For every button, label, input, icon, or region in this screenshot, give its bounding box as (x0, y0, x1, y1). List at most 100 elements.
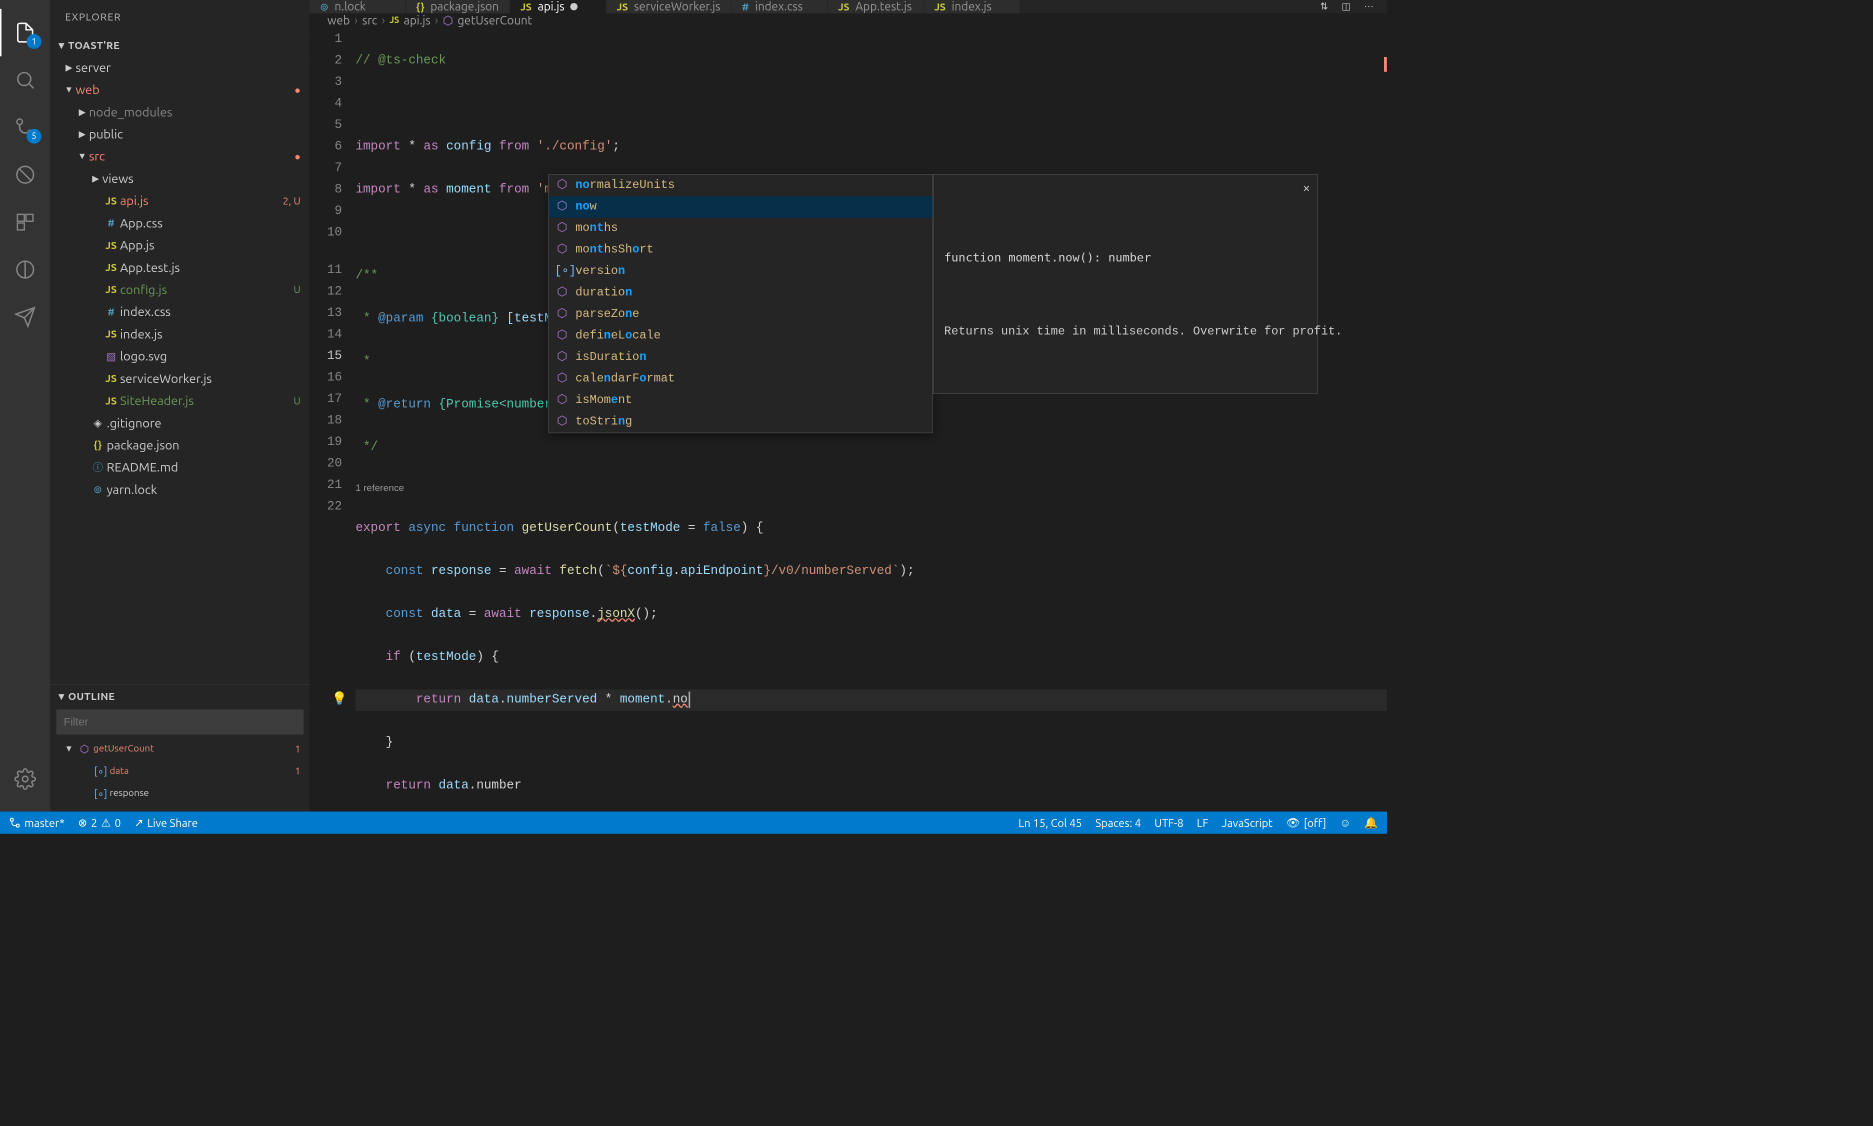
split-editor-icon[interactable]: ◫ (1342, 1, 1351, 12)
editor-tab[interactable]: JSindex.js (924, 0, 1020, 13)
suggest-item[interactable]: ⬡now (549, 196, 933, 217)
tab-label: serviceWorker.js (634, 0, 721, 13)
tree-item[interactable]: JSApp.js (50, 234, 309, 256)
activity-search[interactable] (0, 56, 50, 103)
outline-item[interactable]: [∘]response (50, 782, 309, 804)
status-encoding[interactable]: UTF-8 (1154, 816, 1183, 829)
js-icon: JS (617, 1, 628, 13)
tree-item[interactable]: ▼web● (50, 78, 309, 100)
suggest-item[interactable]: [∘]version (549, 261, 933, 282)
tree-item-label: index.css (120, 305, 301, 319)
suggest-item[interactable]: ⬡calendarFormat (549, 368, 933, 389)
editor-tab[interactable]: JSApp.test.js (828, 0, 924, 13)
tree-item[interactable]: ▶server (50, 56, 309, 78)
tree-item[interactable]: ▶node_modules (50, 101, 309, 123)
activity-debug[interactable] (0, 151, 50, 198)
tree-item[interactable]: ⓘREADME.md (50, 456, 309, 478)
tree-item[interactable]: #App.css (50, 212, 309, 234)
js-icon: JS (102, 395, 120, 407)
editor-tab[interactable]: JSapi.js (510, 0, 606, 13)
suggest-item[interactable]: ⬡toString (549, 411, 933, 432)
status-language[interactable]: JavaScript (1222, 816, 1273, 829)
activity-extensions[interactable] (0, 198, 50, 245)
status-cursor[interactable]: Ln 15, Col 45 (1018, 816, 1082, 829)
tree-item[interactable]: #index.css (50, 301, 309, 323)
tree-item-label: public (89, 127, 301, 141)
editor-tab[interactable]: JS serviceWorker.js (606, 0, 731, 13)
method-icon: ⬡ (555, 390, 570, 411)
editor-tab[interactable]: #index.css (732, 0, 828, 13)
outline-section-header[interactable]: ▼ OUTLINE (50, 684, 309, 706)
close-icon[interactable]: × (1303, 179, 1310, 200)
js-icon: JS (934, 1, 945, 13)
activity-scm[interactable]: 5 (0, 104, 50, 151)
outline-item-decoration: 1 (295, 765, 301, 777)
outline-item[interactable]: [∘]data1 (50, 760, 309, 782)
tree-item[interactable]: JSApp.test.js (50, 256, 309, 278)
suggest-label: monthsShort (575, 239, 653, 260)
css-icon: # (742, 1, 749, 13)
status-feedback[interactable]: ☺ (1340, 816, 1351, 829)
editor-tab[interactable]: ⊚n.lock (310, 0, 406, 13)
suggest-item[interactable]: ⬡isDuration (549, 347, 933, 368)
suggest-item[interactable]: ⬡monthsShort (549, 239, 933, 260)
minimap-error-marker[interactable] (1384, 57, 1387, 72)
tree-item[interactable]: JSSiteHeader.jsU (50, 390, 309, 412)
activity-remote[interactable] (0, 246, 50, 293)
activity-liveshare[interactable] (0, 293, 50, 340)
suggest-label: normalizeUnits (575, 175, 675, 196)
activity-settings[interactable] (0, 755, 50, 802)
method-icon: ⬡ (76, 742, 94, 755)
status-eol[interactable]: LF (1197, 816, 1209, 829)
eye-icon: 👁 (1286, 816, 1300, 829)
folder-section-header[interactable]: ▼ TOAST'RE (50, 34, 309, 56)
status-problems[interactable]: ⊗2 ⚠0 (78, 816, 121, 829)
tree-item-label: App.test.js (120, 260, 301, 274)
more-icon[interactable]: ⋯ (1364, 1, 1374, 12)
code-editor[interactable]: 12345678910 111213141516171819202122 // … (310, 27, 1387, 811)
tree-item-label: App.js (120, 238, 301, 252)
tree-item[interactable]: ▼src● (50, 145, 309, 167)
tab-bar: ⊚n.lock{}package.jsonJSapi.js JS serviceWo… (310, 0, 1387, 13)
suggest-item[interactable]: ⬡defineLocale (549, 325, 933, 346)
tree-item[interactable]: ▧logo.svg (50, 345, 309, 367)
suggest-item[interactable]: ⬡normalizeUnits (549, 175, 933, 196)
tree-item[interactable]: ▶views (50, 167, 309, 189)
tree-item-label: README.md (107, 460, 301, 474)
outline-filter-input[interactable] (56, 709, 303, 734)
suggest-item[interactable]: ⬡parseZone (549, 304, 933, 325)
status-tsserver[interactable]: 👁[off] (1286, 816, 1326, 829)
tree-item[interactable]: JSconfig.jsU (50, 278, 309, 300)
suggest-item[interactable]: ⬡duration (549, 282, 933, 303)
code-content[interactable]: // @ts-check import * as config from './… (355, 27, 1387, 811)
tree-item[interactable]: ⊚yarn.lock (50, 478, 309, 500)
tree-item[interactable]: ◈.gitignore (50, 412, 309, 434)
tree-item[interactable]: JSindex.js (50, 323, 309, 345)
editor-tab[interactable]: {}package.json (406, 0, 510, 13)
suggest-widget: ⬡normalizeUnits⬡now⬡months⬡monthsShort[∘… (548, 174, 933, 433)
status-indent[interactable]: Spaces: 4 (1095, 816, 1141, 829)
method-icon: ⬡ (555, 282, 570, 303)
method-icon: ⬡ (555, 325, 570, 346)
status-notifications[interactable]: 🔔 (1364, 816, 1378, 829)
variable-icon: [∘] (92, 787, 110, 800)
activity-explorer[interactable]: 1 (0, 9, 50, 56)
lightbulb-icon[interactable]: 💡 (332, 689, 348, 710)
suggest-item[interactable]: ⬡isMoment (549, 390, 933, 411)
compare-icon[interactable]: ⇅ (1320, 1, 1328, 12)
suggest-item[interactable]: ⬡months (549, 218, 933, 239)
tree-item-label: web (76, 83, 295, 97)
scm-badge: 5 (27, 129, 42, 144)
method-icon: ⬡ (555, 368, 570, 389)
sidebar: EXPLORER ▼ TOAST'RE ▶server▼web●▶node_mo… (50, 0, 309, 812)
status-branch[interactable]: master* (9, 816, 65, 829)
codelens[interactable]: 1 reference (355, 480, 1387, 496)
tree-item[interactable]: {}package.json (50, 434, 309, 456)
tree-item[interactable]: ▶public (50, 123, 309, 145)
tree-item[interactable]: JSapi.js2, U (50, 190, 309, 212)
tree-item[interactable]: JSserviceWorker.js (50, 367, 309, 389)
breadcrumb[interactable]: web› src› JS api.js› ⬡ getUserCount (310, 13, 1387, 27)
tree-item-label: views (102, 171, 300, 185)
status-liveshare[interactable]: ↗Live Share (134, 816, 198, 829)
outline-item[interactable]: ▼⬡getUserCount1 (50, 738, 309, 760)
